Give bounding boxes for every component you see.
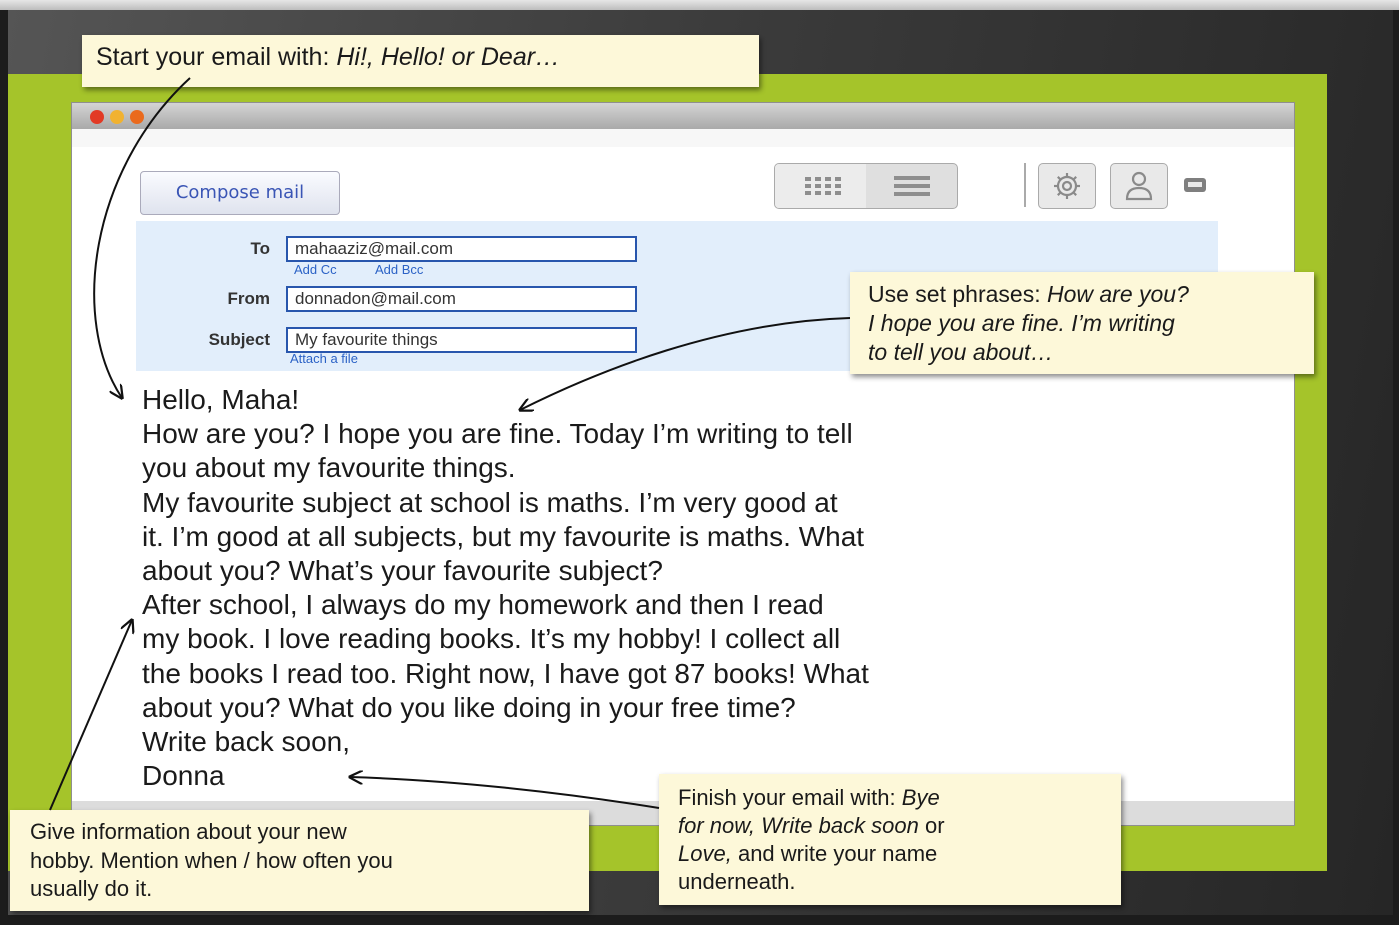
start-tip-note: Start your email with: Hi!, Hello! or De… (82, 35, 759, 87)
body-line: After school, I always do my homework an… (142, 589, 824, 621)
body-line: My favourite subject at school is maths.… (142, 486, 838, 518)
finish-tip-line1: Finish your email with: (678, 785, 896, 810)
finish-tip-line3-italic: Love, (678, 841, 732, 866)
from-field[interactable]: donnadon@mail.com (286, 286, 637, 312)
body-line: my book. I love reading books. It’s my h… (142, 623, 841, 655)
gear-icon (1054, 173, 1080, 199)
grid-view-icon (805, 177, 841, 195)
hobby-tip-line1: Give information about your new (30, 819, 347, 844)
body-line: the books I read too. Right now, I have … (142, 657, 869, 689)
finish-tip-line2-italic: for now, Write back soon (678, 813, 919, 838)
compose-mail-button[interactable]: Compose mail (140, 171, 340, 215)
start-tip-text: Start your email with: (96, 43, 330, 71)
email-body[interactable]: Hello, Maha! How are you? I hope you are… (142, 383, 1102, 793)
minimize-dot-icon[interactable] (110, 110, 124, 124)
finish-tip-line3: and write your name (737, 841, 938, 866)
list-view-button[interactable] (866, 164, 957, 208)
hobby-tip-line3: usually do it. (30, 876, 153, 901)
title-bar (72, 103, 1294, 129)
body-line: about you? What do you like doing in you… (142, 691, 796, 723)
body-line: about you? What’s your favourite subject… (142, 555, 663, 587)
toolbar-strip (72, 129, 1294, 147)
finish-tip-note: Finish your email with: Bye for now, Wri… (659, 774, 1121, 905)
body-line: Hello, Maha! (142, 384, 300, 415)
to-label: To (250, 239, 270, 258)
account-button[interactable] (1110, 163, 1168, 209)
from-label: From (227, 289, 271, 308)
hobby-tip-line2: hobby. Mention when / how often you (30, 847, 393, 873)
grid-view-button[interactable] (775, 164, 866, 208)
add-cc-link[interactable]: Add Cc (294, 262, 337, 277)
user-icon (1125, 171, 1153, 201)
settings-button[interactable] (1038, 163, 1096, 209)
add-bcc-link[interactable]: Add Bcc (375, 262, 423, 277)
finish-tip-line1-italic: Bye (901, 785, 940, 810)
attach-file-link[interactable]: Attach a file (290, 351, 358, 366)
body-line: Write back soon, (142, 726, 351, 758)
minimize-icon (1184, 178, 1206, 192)
close-dot-icon[interactable] (90, 110, 104, 124)
phrases-tip-note: Use set phrases: How are you? I hope you… (850, 272, 1314, 374)
view-toggle[interactable] (774, 163, 958, 209)
body-line: it. I’m good at all subjects, but my fav… (142, 520, 865, 552)
phrases-tip-line2: I hope you are fine. I’m writing (868, 310, 1175, 336)
phrases-tip-line1: Use set phrases: (868, 281, 1041, 307)
zoom-dot-icon[interactable] (130, 110, 144, 124)
hobby-tip-note: Give information about your new hobby. M… (10, 810, 589, 911)
start-tip-examples: Hi!, Hello! or Dear… (336, 43, 561, 71)
subject-label: Subject (208, 330, 270, 349)
finish-tip-line4: underneath. (678, 869, 796, 894)
toolbar-divider (1024, 163, 1026, 207)
finish-tip-line2: or (925, 813, 945, 838)
minimize-button[interactable] (1182, 175, 1208, 195)
phrases-tip-line3: to tell you about… (868, 339, 1054, 365)
top-strip (0, 0, 1399, 10)
phrases-tip-line1-italic: How are you? (1046, 281, 1189, 307)
to-field[interactable]: mahaaziz@mail.com (286, 236, 637, 262)
subject-field[interactable]: My favourite things (286, 327, 637, 353)
list-view-icon (894, 176, 930, 196)
body-line: you about my favourite things. (142, 452, 516, 484)
body-line: How are you? I hope you are fine. Today … (142, 418, 853, 450)
